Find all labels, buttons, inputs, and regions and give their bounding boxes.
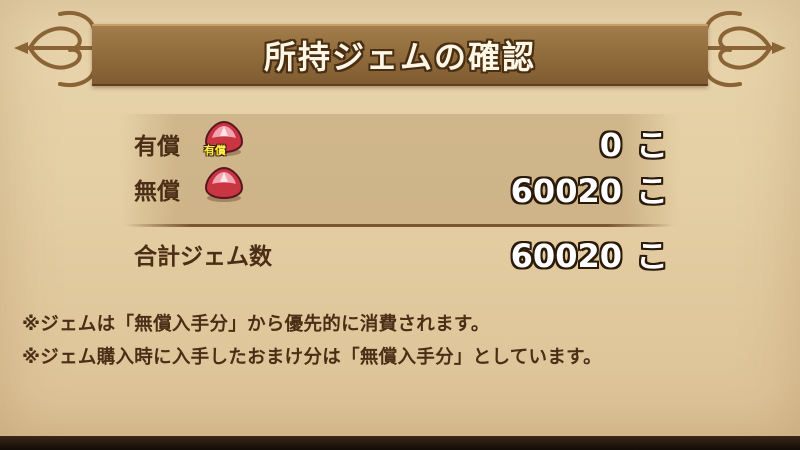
paid-gem-value: 0 [599, 126, 622, 164]
paid-badge: 有償 [204, 144, 226, 157]
bottom-edge [0, 436, 800, 450]
gem-confirm-dialog: 所持ジェムの確認 有償 有償 0 こ 無償 60020 こ 合計ジェム数 600… [0, 0, 800, 436]
free-gem-value: 60020 [510, 172, 622, 210]
note-bonus-gems: ※ジェム購入時に入手したおまけ分は「無償入手分」としています。 [22, 347, 602, 368]
gem-icon [202, 164, 246, 204]
title-banner: 所持ジェムの確認 [92, 24, 708, 86]
total-gem-unit: こ [635, 237, 668, 275]
free-gem-label: 無償 [134, 179, 180, 205]
total-divider [126, 224, 672, 227]
paid-gem-count: 0 こ [600, 120, 668, 166]
gem-icon: 有償 [202, 118, 246, 158]
total-gem-count: 60020 こ [511, 231, 668, 277]
free-gem-count: 60020 こ [511, 166, 668, 212]
paid-gem-unit: こ [635, 126, 668, 164]
paid-gem-label: 有償 [134, 134, 180, 160]
dialog-title: 所持ジェムの確認 [263, 38, 536, 76]
total-gem-value: 60020 [510, 237, 622, 275]
note-consumption-order: ※ジェムは「無償入手分」から優先的に消費されます。 [22, 314, 490, 335]
total-gem-label: 合計ジェム数 [134, 244, 272, 270]
free-gem-unit: こ [635, 172, 668, 210]
